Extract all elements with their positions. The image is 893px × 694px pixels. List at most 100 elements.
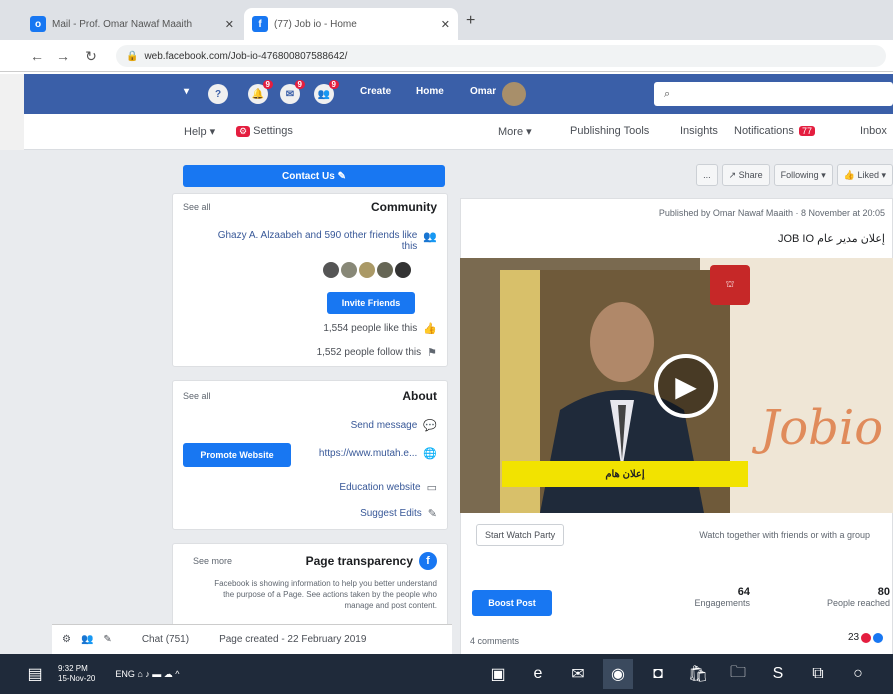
- tab-mail[interactable]: o Mail - Prof. Omar Nawaf Maaith ✕: [22, 8, 242, 40]
- close-icon[interactable]: ✕: [225, 18, 234, 31]
- play-icon[interactable]: ▶: [654, 354, 718, 418]
- transparency-body: Facebook is showing information to help …: [214, 579, 437, 610]
- tab-title: (77) Job io - Home: [274, 18, 357, 30]
- facebook-header: ▾ ? 🔔 9 ✉ 9 👥 9 Create Home Omar ⌕: [24, 74, 893, 114]
- post-text: JOB IO إعلان مدير عام: [777, 233, 885, 245]
- forward-icon[interactable]: →: [54, 47, 72, 65]
- chat-label[interactable]: Chat (751): [142, 634, 189, 645]
- see-more-link[interactable]: See more: [193, 556, 232, 566]
- nav-create[interactable]: Create: [360, 86, 391, 97]
- reached-value: 80: [877, 586, 890, 598]
- facebook-icon: f: [419, 552, 437, 570]
- avatar[interactable]: [341, 262, 357, 278]
- notifications-icon[interactable]: 🔔 9: [248, 80, 273, 104]
- share-button[interactable]: ↗ Share: [721, 164, 770, 186]
- messenger-icon[interactable]: ✉ 9: [280, 80, 305, 104]
- suggest-edits-link[interactable]: Suggest Edits: [360, 508, 422, 519]
- system-tray[interactable]: ENG ⌂ ♪ ▬ ☁ ^: [115, 669, 179, 680]
- nav-insights[interactable]: Insights: [680, 125, 718, 137]
- reload-icon[interactable]: ↻: [82, 47, 100, 65]
- avatar[interactable]: [359, 262, 375, 278]
- nav-publishing-tools[interactable]: Publishing Tools: [570, 125, 649, 137]
- nav-inbox[interactable]: Inbox: [860, 125, 887, 137]
- notification-center-icon[interactable]: ▤: [20, 659, 50, 689]
- date-text: 15-Nov-20: [58, 674, 96, 683]
- nav-settings[interactable]: ⚙ Settings: [234, 125, 293, 137]
- category-link[interactable]: Education website: [339, 482, 420, 493]
- watch-party-hint: Watch together with friends or with a gr…: [699, 530, 870, 540]
- more-options-button[interactable]: ...: [696, 164, 718, 186]
- dropdown-icon[interactable]: ▾: [184, 86, 189, 97]
- reactions-count: 23: [848, 632, 860, 643]
- outlook-icon: o: [30, 16, 46, 32]
- notifications-badge: 77: [798, 126, 815, 136]
- liked-button[interactable]: 👍 Liked ▾: [836, 164, 893, 186]
- explorer-icon[interactable]: 🗀: [723, 659, 753, 689]
- post-meta: Published by Omar Nawaf Maaith · 8 Novem…: [658, 208, 885, 218]
- avatar[interactable]: [323, 262, 339, 278]
- following-button[interactable]: Following ▾: [773, 164, 833, 186]
- website-link[interactable]: https://www.mutah.e...: [319, 448, 417, 459]
- friends-icon: 👥: [423, 231, 437, 243]
- nav-profile[interactable]: Omar: [470, 86, 496, 97]
- close-icon[interactable]: ✕: [441, 18, 450, 31]
- skype-icon[interactable]: S: [763, 659, 793, 689]
- avatar[interactable]: [395, 262, 411, 278]
- messenger-icon: 💬: [423, 420, 437, 432]
- post-stats: Boost Post Boost Post 64 Engagements 80 …: [460, 580, 893, 628]
- see-all-link[interactable]: See all: [183, 391, 211, 401]
- help-icon[interactable]: ?: [208, 84, 228, 104]
- search-input[interactable]: ⌕: [654, 82, 893, 106]
- settings-icon: ⚙: [236, 126, 251, 137]
- address-bar: ← → ↻ 🔒 web.facebook.com/Job-io-47680080…: [0, 40, 893, 72]
- reached-label: People reached: [826, 598, 890, 608]
- reactions[interactable]: 23: [848, 632, 884, 643]
- friends-icon[interactable]: 👥 9: [314, 80, 339, 104]
- avatar[interactable]: [502, 82, 526, 106]
- back-icon[interactable]: ←: [28, 47, 46, 65]
- promote-website-button[interactable]: Promote Website: [183, 443, 291, 467]
- tab-facebook[interactable]: f (77) Job io - Home ✕: [244, 8, 458, 40]
- video-watermark: Jobio: [760, 400, 884, 456]
- community-title: Community: [371, 200, 437, 214]
- follow-icon: ⚑: [427, 347, 437, 359]
- clock[interactable]: 9:32 PM 15-Nov-20: [58, 664, 95, 684]
- search-icon[interactable]: ○: [843, 659, 873, 689]
- page-created-text: Page created - 22 February 2019: [219, 634, 367, 645]
- avatar[interactable]: [377, 262, 393, 278]
- invite-friends-button[interactable]: Invite Friends: [327, 292, 415, 314]
- tab-title: Mail - Prof. Omar Nawaf Maaith: [52, 18, 193, 30]
- start-watch-party-button[interactable]: Start Watch Party: [476, 524, 565, 546]
- contacts-icon[interactable]: 👥: [81, 634, 93, 645]
- send-message-link[interactable]: Send message: [351, 420, 418, 431]
- photos-icon[interactable]: ▣: [483, 659, 513, 689]
- mail-icon[interactable]: ✉: [563, 659, 593, 689]
- nav-more[interactable]: More ▾: [498, 125, 532, 138]
- contact-us-button[interactable]: Contact Us ✎: [183, 165, 445, 187]
- store-icon[interactable]: 🛍: [683, 659, 713, 689]
- comments-count[interactable]: 4 comments: [470, 636, 519, 646]
- compose-icon[interactable]: ✎: [103, 634, 111, 645]
- community-card: See all Community Ghazy A. Alzaabeh and …: [172, 193, 448, 367]
- contact-us-label: Contact Us: [282, 170, 335, 182]
- engagements-label: Engagements: [694, 598, 750, 608]
- friends-like-text[interactable]: Ghazy A. Alzaabeh and 590 other friends …: [217, 230, 418, 252]
- camera-icon[interactable]: ◘: [643, 659, 673, 689]
- gear-icon[interactable]: ⚙: [62, 634, 71, 645]
- video-caption: إعلان هام: [502, 461, 748, 487]
- url-input[interactable]: 🔒 web.facebook.com/Job-io-47680080758864…: [116, 45, 886, 67]
- friend-avatars: [323, 262, 413, 284]
- nav-home[interactable]: Home: [416, 86, 444, 97]
- nav-notifications[interactable]: Notifications 77: [734, 125, 815, 137]
- nav-help[interactable]: Help ▾: [184, 125, 215, 138]
- task-view-icon[interactable]: ⧉: [803, 659, 833, 689]
- chrome-icon[interactable]: ◉: [603, 659, 633, 689]
- about-card: See all About Send message 💬 Promote Web…: [172, 380, 448, 530]
- edge-icon[interactable]: e: [523, 659, 553, 689]
- new-tab-icon[interactable]: +: [466, 12, 475, 30]
- globe-icon: 🌐: [423, 448, 437, 460]
- follows-count: 1,552 people follow this: [316, 347, 422, 358]
- see-all-link[interactable]: See all: [183, 202, 211, 212]
- logo: ⛫: [710, 265, 750, 305]
- category-icon: ▭: [426, 482, 437, 494]
